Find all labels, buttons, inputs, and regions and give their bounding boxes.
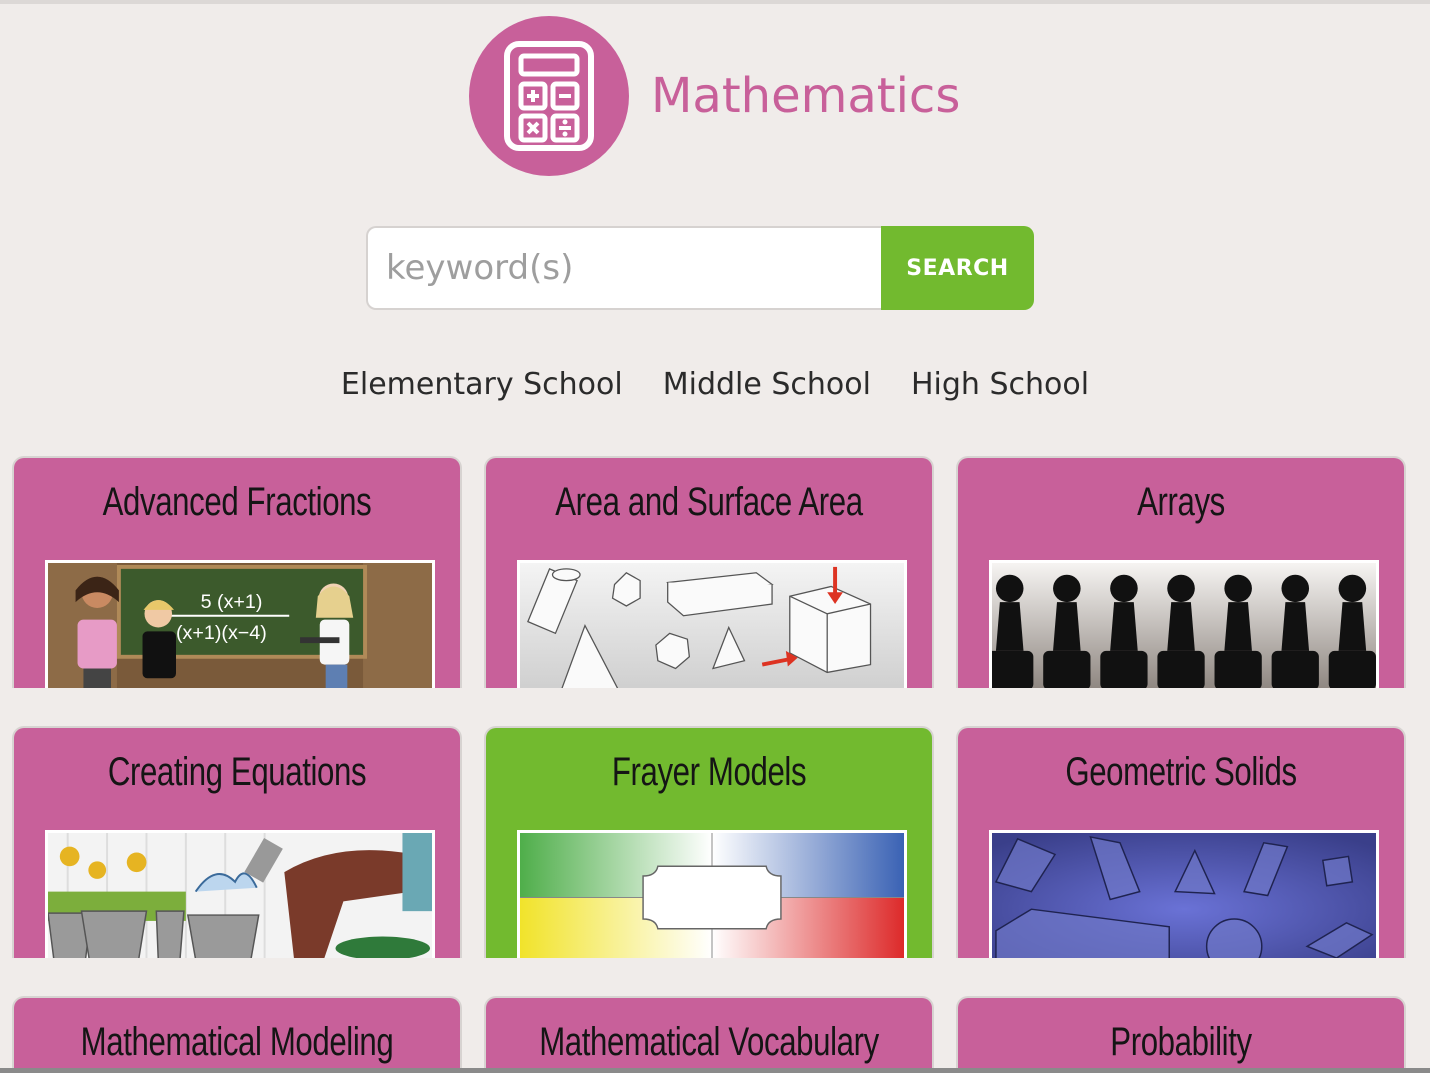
grade-level-nav: Elementary School Middle School High Sch…: [0, 367, 1430, 402]
topic-card-probability[interactable]: Probability: [956, 996, 1406, 1073]
level-link-middle[interactable]: Middle School: [663, 367, 871, 402]
card-title: Area and Surface Area: [555, 480, 863, 524]
card-title: Geometric Solids: [1065, 750, 1297, 794]
page-title: Mathematics: [651, 68, 961, 124]
card-image-shapes[interactable]: [517, 560, 907, 688]
calculator-icon: [469, 16, 629, 176]
search-input[interactable]: [366, 226, 881, 310]
topic-card-creating-equations[interactable]: Creating Equations: [12, 726, 462, 958]
card-title: Mathematical Modeling: [80, 1020, 394, 1064]
card-title: Creating Equations: [107, 750, 367, 794]
svg-text:5 (x+1): 5 (x+1): [201, 591, 263, 613]
card-image-garden[interactable]: [45, 830, 435, 958]
top-border: [0, 0, 1430, 4]
topic-card-mathematical-modeling[interactable]: Mathematical Modeling: [12, 996, 462, 1073]
card-title: Probability: [1110, 1020, 1252, 1064]
search-form: SEARCH: [366, 226, 1034, 310]
topic-card-area-surface-area[interactable]: Area and Surface Area: [484, 456, 934, 688]
page-header: Mathematics: [469, 16, 960, 176]
topic-card-arrays[interactable]: Arrays: [956, 456, 1406, 688]
level-link-high[interactable]: High School: [911, 367, 1089, 402]
card-title: Arrays: [1137, 480, 1225, 524]
level-link-elementary[interactable]: Elementary School: [341, 367, 623, 402]
topic-card-frayer-models[interactable]: Frayer Models: [484, 726, 934, 958]
card-title: Frayer Models: [611, 750, 807, 794]
topic-card-mathematical-vocabulary[interactable]: Mathematical Vocabulary: [484, 996, 934, 1073]
window-bottom-edge: [0, 1068, 1430, 1073]
topic-card-advanced-fractions[interactable]: Advanced Fractions 5 (x+1) (x+1)(x−4): [12, 456, 462, 688]
card-image-solids[interactable]: [989, 830, 1379, 958]
card-image-chess-pawns[interactable]: [989, 560, 1379, 688]
card-image-frayer[interactable]: [517, 830, 907, 958]
card-image-classroom[interactable]: 5 (x+1) (x+1)(x−4): [45, 560, 435, 688]
search-button[interactable]: SEARCH: [881, 226, 1034, 310]
topic-card-geometric-solids[interactable]: Geometric Solids: [956, 726, 1406, 958]
svg-text:(x+1)(x−4): (x+1)(x−4): [176, 622, 267, 644]
card-title: Mathematical Vocabulary: [539, 1020, 879, 1064]
card-title: Advanced Fractions: [102, 480, 372, 524]
